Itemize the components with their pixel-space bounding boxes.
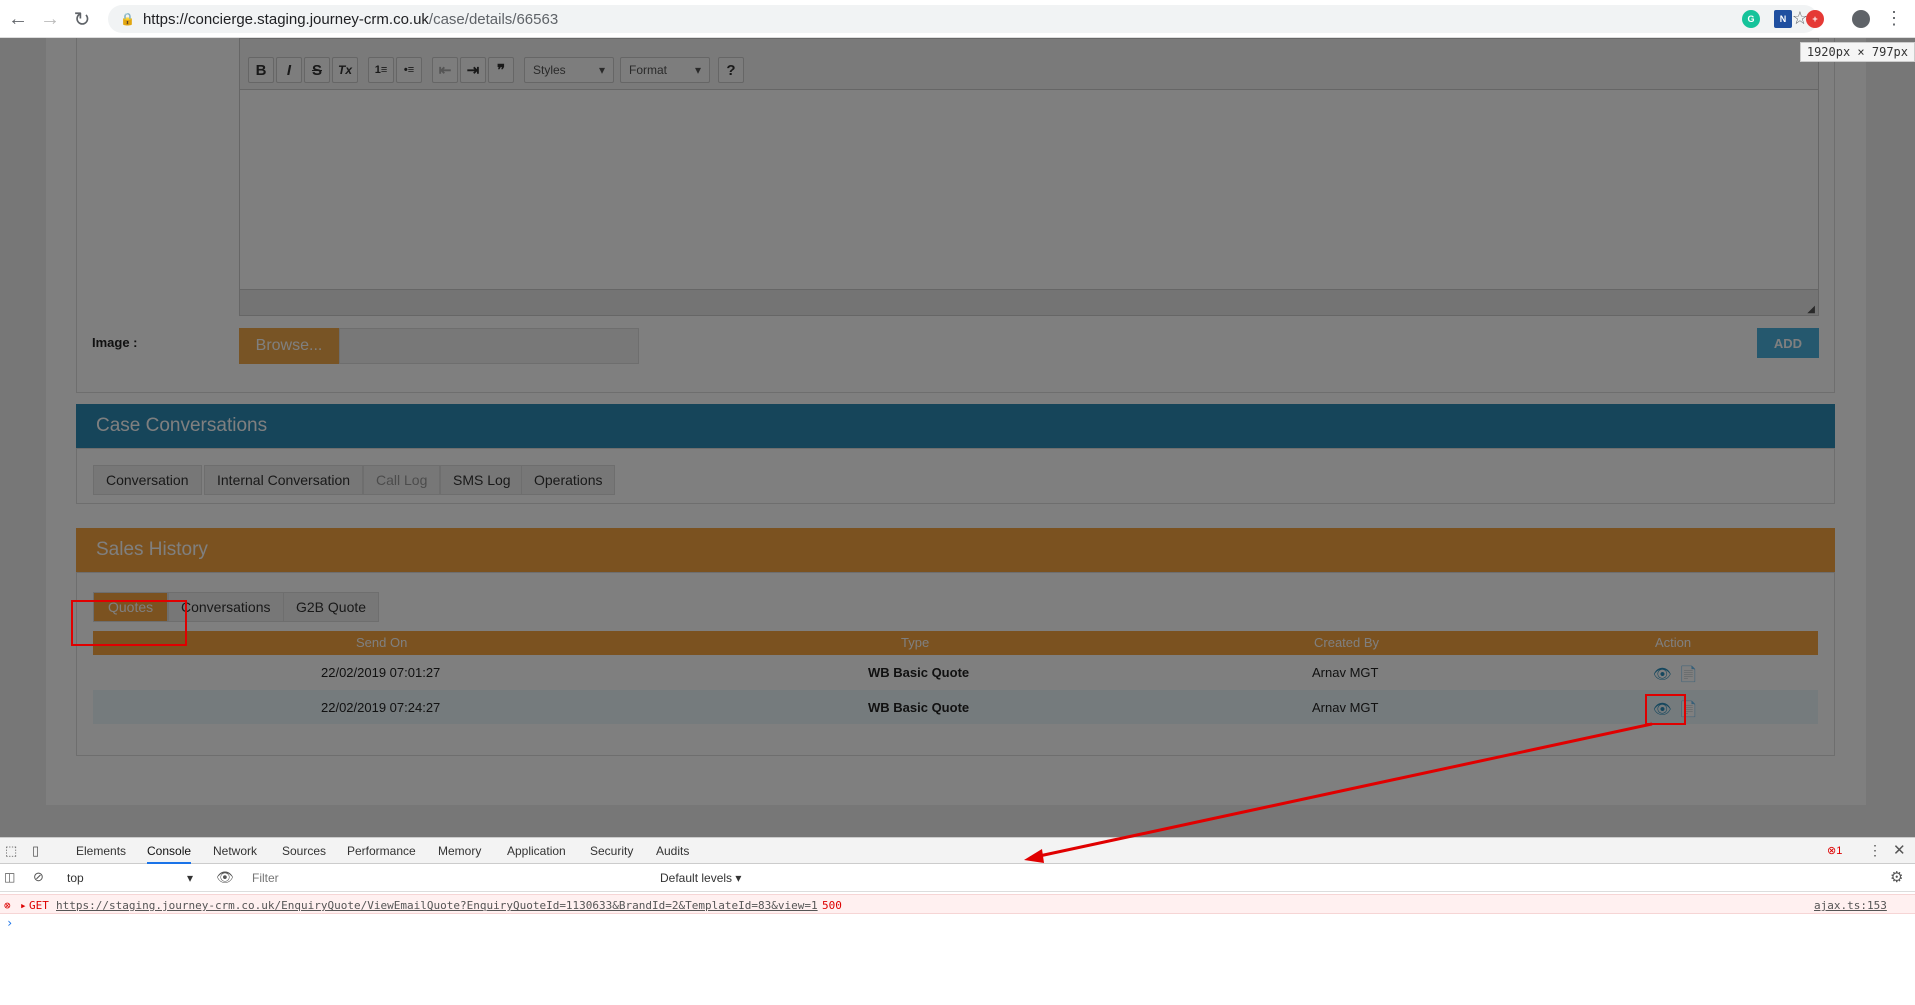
log-levels-select[interactable]: Default levels ▾ (660, 871, 741, 885)
dimension-tooltip: 1920px × 797px (1799, 42, 1915, 62)
case-conversations-header: Case Conversations (76, 404, 1835, 448)
reload-icon[interactable]: ↻ (68, 5, 96, 33)
close-icon[interactable]: ✕ (1893, 841, 1906, 859)
tab-conversation[interactable]: Conversation (93, 465, 202, 495)
context-label: top (67, 871, 84, 885)
tab-call-log[interactable]: Call Log (363, 465, 441, 495)
document-icon[interactable]: 📄 (1679, 665, 1698, 683)
source-location-link[interactable]: ajax.ts:153 (1814, 899, 1887, 912)
request-url-link[interactable]: https://staging.journey-crm.co.uk/Enquir… (56, 899, 818, 912)
eye-icon[interactable]: 👁 (216, 869, 234, 886)
chevron-down-icon: ▾ (187, 871, 194, 885)
column-created-by: Created By (1314, 635, 1380, 650)
address-bar[interactable]: 🔒 https://concierge.staging.journey-crm.… (108, 5, 1818, 33)
devtools-tab-performance[interactable]: Performance (347, 844, 416, 858)
grammarly-extension-icon[interactable]: G (1742, 10, 1760, 28)
devtools-tab-console[interactable]: Console (147, 844, 192, 864)
page-viewport: B I S Tx 1≡ •≡ ⇤ ⇥ ❞ Styles ▾ Format ▾ ?… (0, 38, 1915, 837)
inspect-element-icon[interactable]: ⬚ (5, 843, 17, 859)
devtools-tab-bar: ⬚ ▯ Elements Console Network Sources Per… (0, 838, 1915, 864)
browser-toolbar: ← → ↻ 🔒 https://concierge.staging.journe… (0, 0, 1915, 38)
tab-sms-log[interactable]: SMS Log (440, 465, 524, 495)
send-on-cell: 22/02/2019 07:24:27 (321, 700, 441, 715)
devtools-tab-network[interactable]: Network (213, 844, 257, 858)
table-row: 22/02/2019 07:24:27 WB Basic Quote Arnav… (93, 690, 1818, 724)
console-filter-input[interactable] (248, 868, 650, 888)
view-eye-icon[interactable]: 👁 (1653, 665, 1672, 683)
clear-console-icon[interactable]: ⊘ (33, 869, 44, 885)
request-method: GET (29, 899, 49, 912)
column-action: Action (1655, 635, 1692, 650)
red-extension-icon[interactable]: + (1806, 10, 1824, 28)
devtools-panel: ⬚ ▯ Elements Console Network Sources Per… (0, 837, 1915, 1005)
devtools-tab-elements[interactable]: Elements (76, 844, 126, 858)
expand-triangle-icon[interactable]: ▸ (20, 899, 27, 912)
created-by-cell: Arnav MGT (1312, 665, 1379, 680)
forward-icon[interactable]: → (36, 5, 64, 33)
type-cell: WB Basic Quote (868, 665, 970, 680)
settings-gear-icon[interactable]: ⚙ (1890, 868, 1903, 886)
devtools-menu-icon[interactable]: ⋮ (1868, 842, 1882, 859)
editor-section-border (76, 38, 1835, 393)
devtools-tab-sources[interactable]: Sources (282, 844, 326, 858)
annotation-box-view-icon (1645, 694, 1686, 725)
url-host: https://concierge.staging.journey-crm.co… (142, 10, 429, 28)
back-icon[interactable]: ← (4, 5, 32, 33)
type-cell: WB Basic Quote (868, 700, 970, 715)
annotation-box-quotes-tab (71, 600, 187, 646)
error-circle-icon: ⊗ (4, 899, 11, 912)
error-count-badge[interactable]: ⊗1 (1827, 844, 1842, 857)
tab-operations[interactable]: Operations (521, 465, 616, 495)
lock-icon: 🔒 (120, 12, 135, 26)
tab-g2b-quote[interactable]: G2B Quote (283, 592, 380, 622)
console-toolbar: ◫ ⊘ top ▾ 👁 Default levels ▾ ⚙ (0, 864, 1915, 892)
devtools-tab-memory[interactable]: Memory (438, 844, 481, 858)
created-by-cell: Arnav MGT (1312, 700, 1379, 715)
console-error-row: ⊗ ▸ GET https://staging.journey-crm.co.u… (0, 894, 1915, 914)
console-prompt-icon[interactable]: › (6, 916, 13, 930)
sidebar-toggle-icon[interactable]: ◫ (4, 870, 15, 884)
devtools-tab-application[interactable]: Application (507, 844, 566, 858)
column-type: Type (901, 635, 930, 650)
news-extension-icon[interactable]: N (1774, 10, 1792, 28)
devtools-tab-security[interactable]: Security (590, 844, 633, 858)
sales-history-title: Sales History (96, 539, 208, 560)
devtools-tab-audits[interactable]: Audits (656, 844, 689, 858)
error-circle-icon: ⊗ (1827, 845, 1837, 857)
status-code: 500 (822, 899, 842, 912)
tab-internal-conversation[interactable]: Internal Conversation (204, 465, 364, 495)
device-toggle-icon[interactable]: ▯ (32, 843, 39, 859)
sales-history-header: Sales History (76, 528, 1835, 572)
url-path: /case/details/66563 (428, 10, 559, 28)
chrome-menu-icon[interactable]: ⋮ (1885, 8, 1903, 29)
send-on-cell: 22/02/2019 07:01:27 (321, 665, 441, 680)
column-send-on: Send On (356, 635, 408, 650)
case-conversations-title: Case Conversations (96, 415, 268, 436)
table-row: 22/02/2019 07:01:27 WB Basic Quote Arnav… (93, 655, 1818, 689)
error-count: 1 (1836, 845, 1843, 857)
context-select[interactable]: top ▾ (67, 871, 193, 885)
profile-avatar-icon[interactable] (1852, 10, 1870, 28)
quotes-table-header: Send On Type Created By Action (93, 631, 1818, 655)
